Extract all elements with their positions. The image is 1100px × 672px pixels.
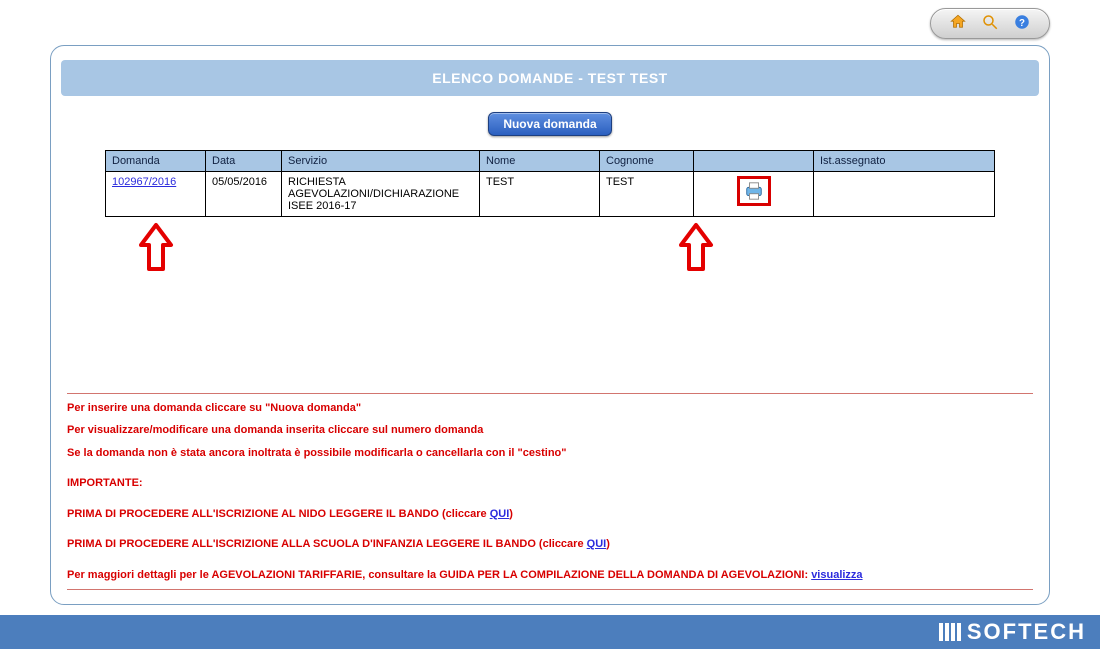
cell-ist [814, 172, 995, 217]
instruction-line2: Per visualizzare/modificare una domanda … [67, 422, 1033, 439]
col-servizio: Servizio [282, 151, 480, 172]
instructions-divider [67, 589, 1033, 590]
arrow-right-icon [675, 221, 717, 275]
visualizza-link[interactable]: visualizza [811, 569, 862, 581]
table-row: 102967/2016 05/05/2016 RICHIESTA AGEVOLA… [106, 172, 995, 217]
cell-print [694, 172, 814, 217]
col-data: Data [206, 151, 282, 172]
cell-nome: TEST [480, 172, 600, 217]
cell-cognome: TEST [600, 172, 694, 217]
instruction-nido: PRIMA DI PROCEDERE ALL'ISCRIZIONE AL NID… [67, 506, 1033, 523]
cell-data: 05/05/2016 [206, 172, 282, 217]
arrow-left-icon [135, 221, 177, 275]
table-header-row: Domanda Data Servizio Nome Cognome Ist.a… [106, 151, 995, 172]
footer-bar: SOFTECH [0, 615, 1100, 649]
nido-text: PRIMA DI PROCEDERE ALL'ISCRIZIONE AL NID… [67, 508, 490, 520]
home-icon[interactable] [949, 13, 967, 34]
new-request-row: Nuova domanda [61, 112, 1039, 136]
svg-text:?: ? [1019, 18, 1025, 29]
toolbar-capsule: ? [930, 8, 1050, 39]
instruction-infanzia: PRIMA DI PROCEDERE ALL'ISCRIZIONE ALLA S… [67, 536, 1033, 553]
col-nome: Nome [480, 151, 600, 172]
request-number-link[interactable]: 102967/2016 [112, 176, 176, 188]
nido-post: ) [509, 508, 513, 520]
main-panel: ELENCO DOMANDE - TEST TEST Nuova domanda… [50, 45, 1050, 605]
infanzia-qui-link[interactable]: QUI [587, 538, 607, 550]
instruction-agev: Per maggiori dettagli per le AGEVOLAZION… [67, 567, 1033, 584]
printer-icon [743, 181, 765, 201]
instruction-line1: Per inserire una domanda cliccare su "Nu… [67, 400, 1033, 417]
top-toolbar: ? [0, 0, 1100, 43]
print-button[interactable] [737, 176, 771, 206]
page-title: ELENCO DOMANDE - TEST TEST [61, 60, 1039, 96]
new-request-button[interactable]: Nuova domanda [488, 112, 611, 136]
annotation-arrows [105, 221, 995, 281]
infanzia-post: ) [606, 538, 610, 550]
nido-qui-link[interactable]: QUI [490, 508, 510, 520]
brand-bars-icon [939, 623, 961, 641]
agev-text: Per maggiori dettagli per le AGEVOLAZION… [67, 569, 811, 581]
cell-servizio: RICHIESTA AGEVOLAZIONI/DICHIARAZIONE ISE… [282, 172, 480, 217]
infanzia-text: PRIMA DI PROCEDERE ALL'ISCRIZIONE ALLA S… [67, 538, 587, 550]
search-icon[interactable] [981, 13, 999, 34]
help-icon[interactable]: ? [1013, 13, 1031, 34]
instruction-line3: Se la domanda non è stata ancora inoltra… [67, 445, 1033, 462]
instruction-important: IMPORTANTE: [67, 475, 1033, 492]
instructions-block: Per inserire una domanda cliccare su "Nu… [67, 393, 1033, 597]
col-cognome: Cognome [600, 151, 694, 172]
brand-text: SOFTECH [967, 619, 1086, 645]
col-actions [694, 151, 814, 172]
col-ist: Ist.assegnato [814, 151, 995, 172]
col-domanda: Domanda [106, 151, 206, 172]
requests-grid-wrap: Domanda Data Servizio Nome Cognome Ist.a… [105, 150, 995, 217]
footer-brand: SOFTECH [939, 619, 1086, 645]
requests-table: Domanda Data Servizio Nome Cognome Ist.a… [105, 150, 995, 217]
